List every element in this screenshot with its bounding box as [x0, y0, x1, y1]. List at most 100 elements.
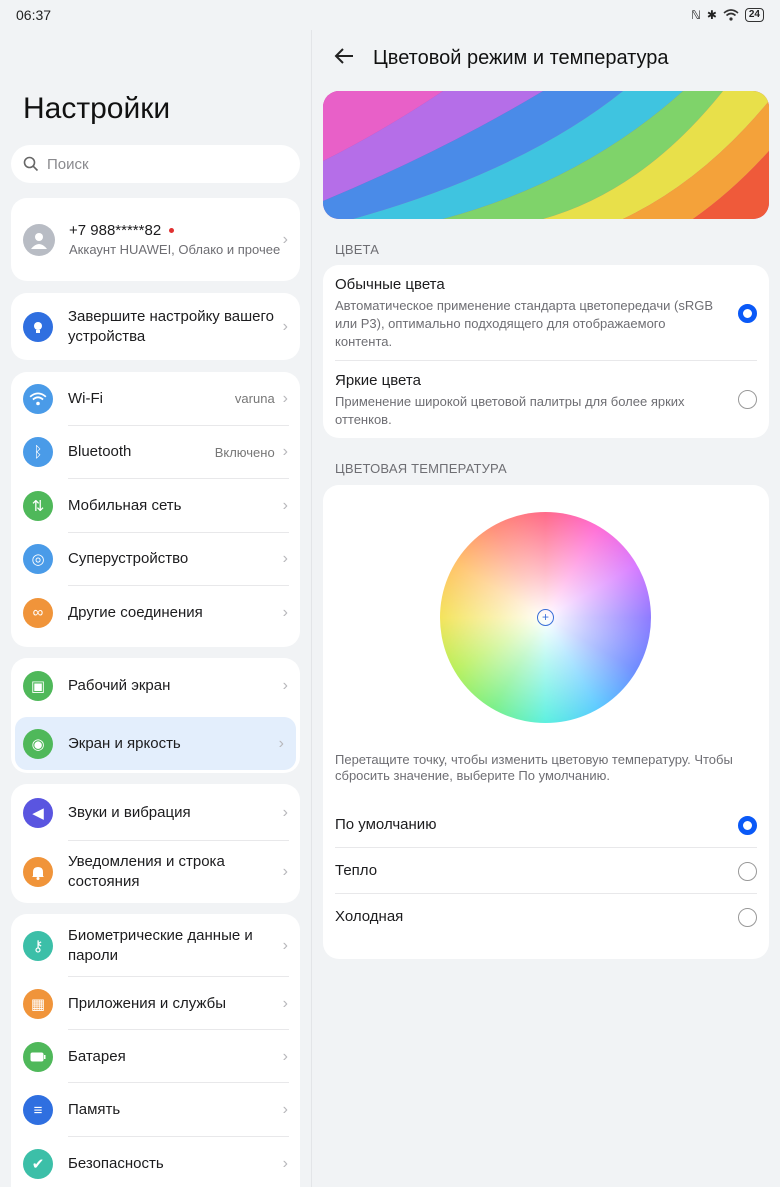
- wifi-icon: [23, 383, 53, 414]
- temp-option-cold[interactable]: Холодная: [323, 894, 769, 940]
- temperature-section-label: ЦВЕТОВАЯ ТЕМПЕРАТУРА: [335, 461, 507, 476]
- chevron-right-icon: ›: [282, 936, 288, 954]
- key-icon: ⚷: [23, 930, 53, 961]
- color-temperature-card: + Перетащите точку, чтобы изменить цвето…: [323, 485, 769, 959]
- notification-dot: [169, 228, 175, 234]
- display-group: ▣ Рабочий экран › ◉ Экран и яркость ›: [11, 658, 300, 773]
- temp-default-radio[interactable]: [738, 815, 757, 835]
- sidebar-item-superdevice[interactable]: ◎ Суперустройство ›: [11, 533, 300, 586]
- vivid-colors-radio[interactable]: [738, 390, 757, 409]
- bell-icon: [23, 857, 53, 887]
- temp-warm-radio[interactable]: [738, 861, 757, 881]
- search-input[interactable]: Поиск: [11, 145, 300, 183]
- sidebar-item-label: Уведомления и строка состояния: [68, 853, 225, 890]
- sidebar-item-display-brightness[interactable]: ◉ Экран и яркость ›: [15, 717, 296, 770]
- chevron-right-icon: ›: [282, 1047, 288, 1065]
- sidebar-item-other-connections[interactable]: ∞ Другие соединения ›: [11, 586, 300, 640]
- sidebar-item-sounds[interactable]: ◀ Звуки и вибрация ›: [11, 784, 300, 841]
- option-title: Тепло: [335, 862, 378, 879]
- chevron-right-icon: ›: [282, 496, 288, 514]
- temperature-hint: Перетащите точку, чтобы изменить цветову…: [335, 752, 733, 783]
- wifi-network-value: varuna: [234, 391, 275, 407]
- search-icon: [23, 156, 39, 172]
- storage-icon: ≡: [23, 1095, 53, 1125]
- option-title: Обычные цвета: [335, 276, 445, 293]
- chevron-right-icon: ›: [282, 443, 288, 461]
- color-temperature-wheel[interactable]: +: [440, 512, 651, 723]
- sidebar-item-battery[interactable]: Батарея ›: [11, 1030, 300, 1083]
- sidebar-item-label: Безопасность: [68, 1155, 164, 1172]
- sidebar-item-home-screen[interactable]: ▣ Рабочий экран ›: [11, 658, 300, 714]
- sidebar-item-security[interactable]: ✔ Безопасность ›: [11, 1137, 300, 1187]
- status-time: 06:37: [16, 7, 52, 23]
- mobile-network-icon: ⇅: [23, 490, 53, 521]
- sidebar-item-label: Батарея: [68, 1047, 126, 1065]
- sidebar-item-label: Мобильная сеть: [68, 496, 182, 514]
- option-description: Применение широкой цветовой палитры для …: [335, 393, 685, 427]
- color-mode-card: Обычные цвета Автоматическое применение …: [323, 265, 769, 438]
- sidebar-item-bluetooth[interactable]: ᛒ Bluetooth Включено ›: [11, 426, 300, 479]
- account-card[interactable]: +7 988*****82 Аккаунт HUAWEI, Облако и п…: [11, 198, 300, 281]
- normal-colors-radio[interactable]: [738, 303, 757, 323]
- detail-title: Цветовой режим и температура: [373, 46, 669, 69]
- sidebar-item-storage[interactable]: ≡ Память ›: [11, 1083, 300, 1137]
- sidebar-item-label: Приложения и службы: [68, 994, 226, 1012]
- setup-label: Завершите настройку вашего устройства: [68, 307, 274, 345]
- settings-sidebar: Настройки Поиск +7 988*****82 Аккаунт HU…: [0, 30, 312, 1187]
- temp-option-default[interactable]: По умолчанию: [323, 802, 769, 848]
- temp-option-warm[interactable]: Тепло: [323, 848, 769, 894]
- wifi-status-icon: [723, 9, 739, 21]
- color-banner-image: [323, 91, 769, 219]
- nfc-icon: ℕ: [691, 8, 701, 22]
- chevron-right-icon: ›: [282, 550, 288, 568]
- battery-indicator: 24: [744, 8, 764, 22]
- option-title: Яркие цвета: [335, 371, 421, 389]
- chevron-right-icon: ›: [282, 677, 288, 694]
- sidebar-item-apps[interactable]: ▦ Приложения и службы ›: [11, 977, 300, 1030]
- option-title: Холодная: [335, 908, 404, 925]
- apps-icon: ▦: [23, 988, 53, 1019]
- bluetooth-status-icon: ✱: [706, 8, 717, 22]
- vivid-colors-option[interactable]: Яркие цвета Применение широкой цветовой …: [323, 361, 769, 438]
- eye-icon: ◉: [23, 728, 53, 759]
- detail-header: Цветовой режим и температура: [333, 45, 669, 71]
- sound-notification-group: ◀ Звуки и вибрация › Уведомления и строк…: [11, 784, 300, 903]
- sidebar-item-label: Память: [68, 1101, 121, 1118]
- chevron-right-icon: ›: [282, 389, 288, 407]
- normal-colors-option[interactable]: Обычные цвета Автоматическое применение …: [323, 265, 769, 361]
- account-subtitle: Аккаунт HUAWEI, Облако и прочее: [69, 241, 281, 257]
- chevron-right-icon: ›: [278, 734, 284, 752]
- chevron-right-icon: ›: [282, 603, 288, 621]
- home-screen-icon: ▣: [23, 671, 53, 701]
- sidebar-item-label: Рабочий экран: [68, 677, 171, 694]
- bluetooth-icon: ᛒ: [23, 437, 53, 468]
- system-group: ⚷ Биометрические данные и пароли › ▦ При…: [11, 914, 300, 1187]
- temp-cold-radio[interactable]: [738, 907, 757, 927]
- chevron-right-icon: ›: [282, 230, 288, 248]
- bluetooth-status-value: Включено: [214, 444, 275, 460]
- sidebar-item-label: Экран и яркость: [68, 734, 181, 752]
- sidebar-item-label: Wi-Fi: [68, 389, 103, 407]
- chevron-right-icon: ›: [282, 803, 288, 821]
- sidebar-item-wifi[interactable]: Wi-Fi varuna ›: [11, 372, 300, 426]
- avatar: [23, 223, 55, 256]
- option-description: Автоматическое применение стандарта цвет…: [335, 298, 714, 349]
- chevron-right-icon: ›: [282, 317, 288, 335]
- sidebar-item-mobile-network[interactable]: ⇅ Мобильная сеть ›: [11, 479, 300, 533]
- option-title: По умолчанию: [335, 816, 437, 833]
- status-icons: ℕ ✱ 24: [691, 8, 764, 22]
- back-arrow-icon[interactable]: [333, 45, 355, 71]
- sidebar-item-notifications[interactable]: Уведомления и строка состояния ›: [11, 841, 300, 903]
- temperature-target-handle[interactable]: +: [537, 609, 554, 626]
- sidebar-item-label: Bluetooth: [68, 443, 132, 461]
- sidebar-item-biometrics[interactable]: ⚷ Биометрические данные и пароли ›: [11, 914, 300, 977]
- sidebar-item-label: Суперустройство: [68, 550, 189, 568]
- link-icon: ∞: [23, 597, 53, 628]
- account-phone: +7 988*****82: [69, 221, 162, 239]
- status-bar: 06:37 ℕ ✱ 24: [0, 0, 780, 30]
- setup-card[interactable]: Завершите настройку вашего устройства ›: [11, 293, 300, 360]
- chevron-right-icon: ›: [282, 1155, 288, 1172]
- chevron-right-icon: ›: [282, 1101, 288, 1118]
- search-placeholder: Поиск: [47, 155, 89, 173]
- sound-icon: ◀: [23, 797, 53, 828]
